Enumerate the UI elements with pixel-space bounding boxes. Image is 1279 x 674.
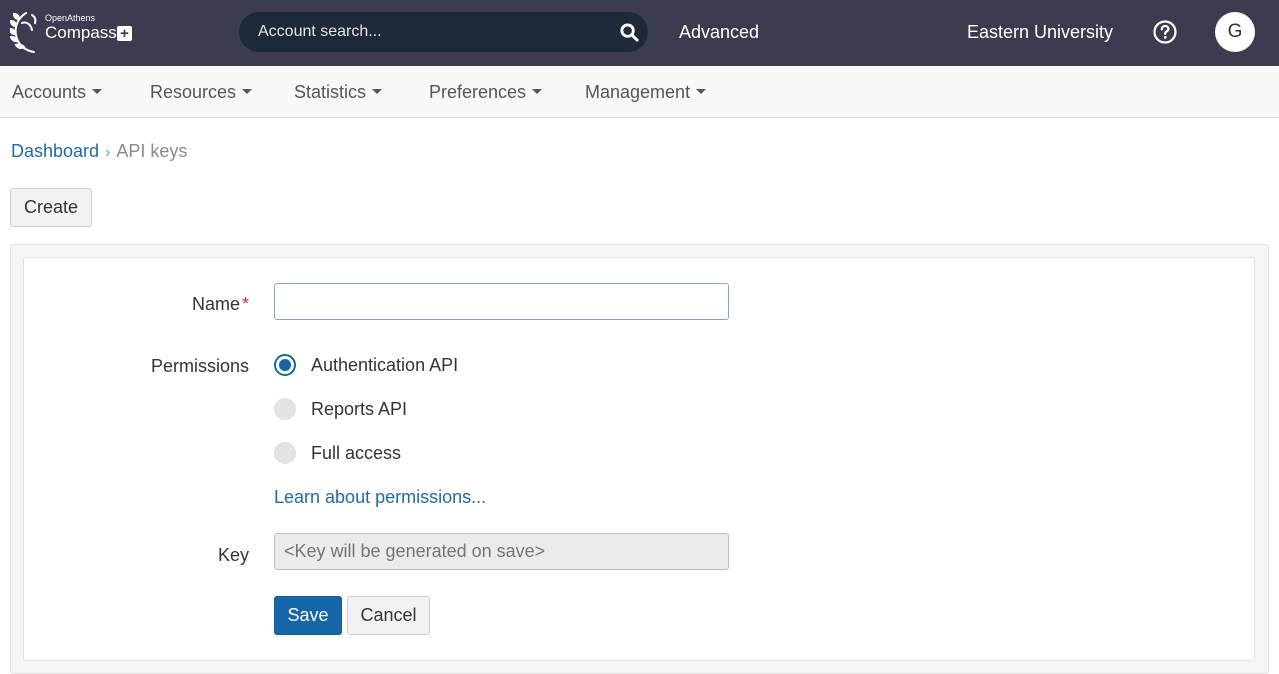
chevron-right-icon: › xyxy=(105,144,111,161)
account-search-bar xyxy=(239,12,648,52)
permission-option-label: Reports API xyxy=(311,399,408,419)
nav-resources-label: Resources xyxy=(150,82,237,102)
caret-down-icon xyxy=(532,89,543,94)
top-header-bar: OpenAthens Compass + Advanced Eastern Un… xyxy=(0,0,1279,66)
breadcrumb: Dashboard › API keys xyxy=(11,141,187,162)
logo-text-openathens: OpenAthens xyxy=(45,13,96,23)
nav-management-label: Management xyxy=(585,82,691,102)
key-label: Key xyxy=(217,545,249,565)
permission-option-label: Authentication API xyxy=(311,355,459,375)
key-input xyxy=(274,533,729,570)
nav-preferences-label: Preferences xyxy=(429,82,527,102)
logo-text-compass: Compass xyxy=(45,23,117,42)
caret-down-icon xyxy=(92,89,103,94)
save-button[interactable]: Save xyxy=(274,596,342,635)
name-label: Name * xyxy=(9,294,249,315)
create-button[interactable]: Create xyxy=(10,188,92,227)
caret-down-icon xyxy=(242,89,253,94)
name-input[interactable] xyxy=(274,283,729,320)
caret-down-icon xyxy=(696,89,707,94)
search-icon[interactable] xyxy=(620,23,639,42)
nav-statistics[interactable]: Statistics xyxy=(294,82,383,103)
main-nav: Accounts Resources Statistics Preference… xyxy=(0,66,1279,118)
permissions-label: Permissions xyxy=(150,356,249,376)
openathens-compass-logo[interactable]: OpenAthens Compass + xyxy=(10,9,140,57)
user-avatar[interactable]: G xyxy=(1215,12,1255,52)
help-icon[interactable] xyxy=(1153,20,1177,44)
caret-down-icon xyxy=(372,89,383,94)
learn-about-permissions-link[interactable]: Learn about permissions... xyxy=(274,487,486,508)
logo-plus-icon: + xyxy=(117,26,132,41)
nav-preferences[interactable]: Preferences xyxy=(429,82,543,103)
permission-option-label: Full access xyxy=(311,443,402,463)
required-marker: * xyxy=(241,294,249,314)
cancel-button[interactable]: Cancel xyxy=(347,596,430,635)
wreath-icon xyxy=(10,12,37,53)
radio-selected-icon[interactable] xyxy=(274,354,296,376)
advanced-search-link[interactable]: Advanced xyxy=(679,22,759,43)
breadcrumb-current-page: API keys xyxy=(116,141,188,161)
nav-management[interactable]: Management xyxy=(585,82,707,103)
account-search-input[interactable] xyxy=(239,12,599,52)
nav-accounts[interactable]: Accounts xyxy=(12,82,103,103)
breadcrumb-dashboard-link[interactable]: Dashboard xyxy=(11,141,99,161)
nav-resources[interactable]: Resources xyxy=(150,82,253,103)
radio-unselected-icon[interactable] xyxy=(274,442,296,464)
nav-accounts-label: Accounts xyxy=(12,82,87,102)
name-label-text: Name xyxy=(191,294,240,314)
organisation-name[interactable]: Eastern University xyxy=(967,22,1113,43)
radio-unselected-icon[interactable] xyxy=(274,398,296,420)
nav-statistics-label: Statistics xyxy=(294,82,367,102)
